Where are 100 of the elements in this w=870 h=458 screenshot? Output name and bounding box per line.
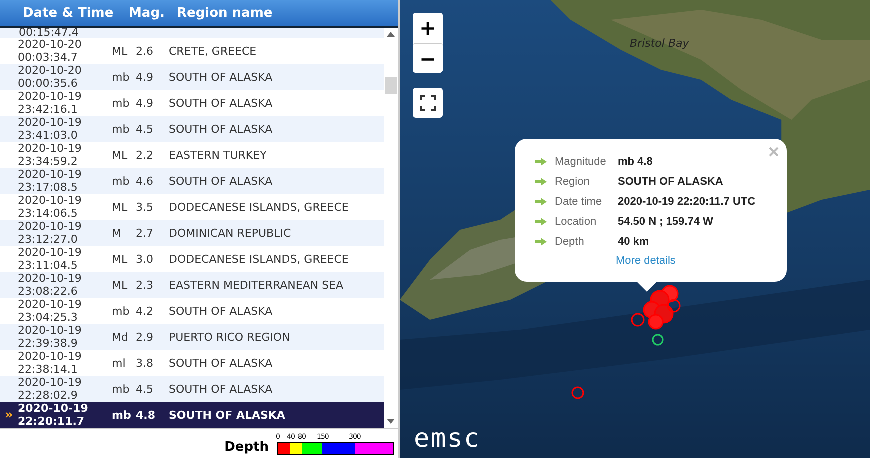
magnitude-cell-text: 2.9 (136, 330, 154, 344)
region-cell: SOUTH OF ALASKA (169, 70, 273, 84)
magnitude-cell-text: 4.6 (136, 174, 154, 188)
field-value: 54.50 N ; 159.74 W (618, 216, 714, 228)
date-time-cell-text: 2020-10-20 00:00:35.6 (18, 64, 83, 90)
logo-text: emsc (414, 424, 481, 454)
arrow-icon (535, 178, 547, 186)
region-cell: SOUTH OF ALASKA (169, 408, 286, 422)
region-cell: CRETE, GREECE (169, 44, 257, 58)
column-header: Region name (177, 6, 273, 20)
date-time-cell-text: 2020-10-19 23:34:59.2 (18, 142, 83, 168)
column-header: Mag. (129, 6, 166, 20)
magnitude-type-cell-text: mb (112, 382, 131, 396)
satellite-map[interactable]: Bristol Bay + − Magnitude mb 4.8 Region SOUTH OF ALASKA Date time 2020-10-19 22:20:11.7 UTC Location 54.50 N ; 159.74 W Depth 40 km More details emsc (400, 0, 870, 458)
date-time-cell-text: 2020-10-19 23:17:08.5 (18, 168, 83, 194)
magnitude-cell-text: 2.3 (136, 278, 154, 292)
event-row[interactable]: 2020-10-19 23:41:03.0 mb 4.5 SOUTH OF ALASKA (0, 116, 384, 142)
date-time-cell-text: 2020-10-19 23:11:04.5 (18, 246, 83, 272)
date-time-cell-text: 2020-10-19 23:08:22.6 (18, 272, 83, 298)
field-label: Magnitude (555, 156, 608, 168)
event-row[interactable]: 2020-10-19 23:17:08.5 mb 4.6 SOUTH OF ALASKA (0, 168, 384, 194)
magnitude-type-cell-text: mb (112, 174, 131, 188)
region-cell: SOUTH OF ALASKA (169, 356, 273, 370)
legend-title: Depth (224, 440, 269, 455)
magnitude-type-cell-text: mb (112, 408, 132, 422)
event-row[interactable]: 2020-10-19 22:28:02.9 mb 4.5 SOUTH OF ALASKA (0, 376, 384, 402)
fullscreen-button[interactable] (413, 88, 443, 118)
more-details-link[interactable]: More details (616, 255, 676, 267)
field-value: mb 4.8 (618, 156, 653, 168)
magnitude-cell-text: 3.5 (136, 200, 154, 214)
date-time-cell-text: 2020-10-19 22:28:02.9 (18, 376, 83, 402)
field-value: 40 km (618, 236, 650, 248)
region-cell: SOUTH OF ALASKA (169, 174, 273, 188)
date-time-cell-text: 2020-10-19 23:04:25.3 (18, 298, 83, 324)
magnitude-type-cell-text: ML (112, 44, 129, 58)
arrow-icon (535, 238, 547, 246)
event-row[interactable]: 2020-10-19 23:08:22.6 ML 2.3 EASTERN MEDITERRANEAN SEA (0, 272, 384, 298)
time-cell: 00:15:47.4 (19, 28, 79, 38)
date-time-cell-text: 2020-10-19 23:42:16.1 (18, 90, 83, 116)
date-time-cell-text: 2020-10-19 23:14:06.5 (18, 194, 83, 220)
date-time-cell-text: 2020-10-19 22:38:14.1 (18, 350, 83, 376)
earthquake-markers-drawing (631, 285, 683, 346)
arrow-icon (535, 198, 547, 206)
scroll-up-icon[interactable] (387, 32, 396, 37)
region-cell: EASTERN MEDITERRANEAN SEA (169, 278, 344, 292)
date-time-cell-text: 2020-10-19 23:12:27.0 (18, 220, 83, 246)
magnitude-type-cell-text: ML (112, 252, 129, 266)
date-time-cell-text: 2020-10-19 22:20:11.7 (18, 402, 90, 428)
magnitude-cell-text: 4.9 (136, 96, 154, 110)
place-label: Bristol Bay (630, 37, 690, 50)
field-value: SOUTH OF ALASKA (618, 176, 724, 188)
event-row[interactable]: 2020-10-19 22:39:38.9 Md 2.9 PUERTO RICO REGION (0, 324, 384, 350)
region-cell: EASTERN TURKEY (169, 148, 267, 162)
earthquake-marker-icon (571, 386, 585, 400)
magnitude-type-cell-text: mb (112, 304, 131, 318)
magnitude-cell-text: 4.5 (136, 122, 154, 136)
region-cell: PUERTO RICO REGION (169, 330, 290, 344)
scrollbar-thumb[interactable] (385, 77, 398, 94)
magnitude-type-cell-text: ML (112, 148, 129, 162)
arrow-icon (535, 218, 547, 226)
arrow-icon (535, 158, 547, 166)
event-row[interactable]: 2020-10-20 00:00:35.6 mb 4.9 SOUTH OF ALASKA (0, 64, 384, 90)
magnitude-cell-text: 3.0 (136, 252, 154, 266)
date-time-cell-text: 2020-10-19 23:41:03.0 (18, 116, 83, 142)
magnitude-cell-text: 4.8 (136, 408, 156, 422)
field-value: 2020-10-19 22:20:11.7 UTC (618, 196, 756, 208)
date-time-cell-text: 2020-10-19 22:39:38.9 (18, 324, 83, 350)
region-cell: SOUTH OF ALASKA (169, 382, 273, 396)
magnitude-cell-text: 4.5 (136, 382, 154, 396)
field-label: Depth (555, 236, 586, 248)
region-cell: SOUTH OF ALASKA (169, 122, 273, 136)
scroll-down-icon[interactable] (387, 419, 396, 424)
date-time-cell-text: 2020-10-20 00:03:34.7 (18, 38, 83, 64)
magnitude-type-cell-text: mb (112, 70, 131, 84)
magnitude-cell-text: 2.2 (136, 148, 154, 162)
field-label: Region (555, 176, 591, 188)
field-label: Date time (555, 196, 604, 208)
region-cell: SOUTH OF ALASKA (169, 96, 273, 110)
region-cell: DOMINICAN REPUBLIC (169, 226, 292, 240)
magnitude-type-cell-text: ml (112, 356, 127, 370)
selected-marker: » (4, 408, 14, 422)
zoom-out-button[interactable]: − (413, 43, 443, 73)
magnitude-type-cell-text: ML (112, 200, 129, 214)
event-row[interactable]: 2020-10-19 23:12:27.0 M 2.7 DOMINICAN REPUBLIC (0, 220, 384, 246)
column-header: Date & Time (23, 6, 115, 20)
region-cell: DODECANESE ISLANDS, GREECE (169, 200, 349, 214)
magnitude-cell-text: 2.7 (136, 226, 154, 240)
fullscreen-icon[interactable] (420, 95, 436, 111)
magnitude-cell-text: 4.9 (136, 70, 154, 84)
magnitude-cell-text: 3.8 (136, 356, 154, 370)
magnitude-cell-text: 4.2 (136, 304, 154, 318)
magnitude-type-cell-text: mb (112, 122, 131, 136)
field-label: Location (555, 216, 598, 228)
region-cell: DODECANESE ISLANDS, GREECE (169, 252, 349, 266)
magnitude-type-cell-text: M (112, 226, 122, 240)
region-cell: SOUTH OF ALASKA (169, 304, 273, 318)
magnitude-type-cell-text: ML (112, 278, 129, 292)
magnitude-type-cell-text: Md (112, 330, 130, 344)
magnitude-cell-text: 2.6 (136, 44, 154, 58)
magnitude-type-cell-text: mb (112, 96, 131, 110)
